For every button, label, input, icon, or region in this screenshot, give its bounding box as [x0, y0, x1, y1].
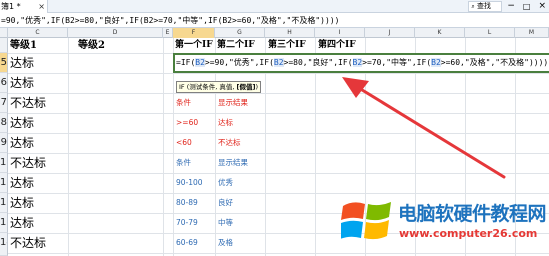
column-header-i[interactable]: I: [315, 28, 365, 38]
column-header-d[interactable]: D: [68, 28, 163, 38]
column-header-g[interactable]: G: [215, 28, 265, 38]
watermark-title: 电脑软硬件教程网: [398, 203, 547, 225]
corner-cell[interactable]: [0, 28, 8, 38]
column-header-f[interactable]: F: [173, 28, 215, 38]
row-header-10[interactable]: 10: [0, 153, 8, 173]
window-controls: ⌕ 查找 − □ ×: [468, 0, 549, 13]
column-header-row: C D E F G H I J K L M: [0, 28, 549, 38]
close-icon[interactable]: ×: [535, 0, 549, 13]
restore-icon[interactable]: □: [520, 0, 534, 13]
column-header-k[interactable]: K: [415, 28, 465, 38]
row-header-11[interactable]: 11: [0, 173, 8, 193]
column-header-j[interactable]: J: [365, 28, 415, 38]
column-header-l[interactable]: L: [465, 28, 515, 38]
row-header-14[interactable]: 14: [0, 233, 8, 256]
column-header-m[interactable]: M: [515, 28, 549, 38]
formula-bar[interactable]: =90,"优秀",IF(B2>=80,"良好",IF(B2>=70,"中等",I…: [0, 13, 549, 28]
column-header-c[interactable]: C: [8, 28, 68, 38]
watermark-logo: 电脑软硬件教程网 www.computer26.com: [341, 197, 547, 256]
minimize-icon[interactable]: −: [504, 0, 518, 13]
search-icon: ⌕: [471, 3, 475, 10]
watermark-url: www.computer26.com: [399, 227, 538, 240]
tab-close-icon[interactable]: ×: [38, 0, 45, 13]
search-placeholder: 查找: [476, 2, 491, 10]
title-bar: 簿1 * × ⌕ 查找 − □ ×: [0, 0, 549, 13]
row-header-8[interactable]: 8: [0, 113, 8, 133]
row-header-13[interactable]: 13: [0, 213, 8, 233]
column-header-e[interactable]: E: [163, 28, 173, 38]
windows-logo-icon: [341, 202, 391, 240]
workbook-tab-label: 簿1 *: [1, 2, 21, 11]
column-header-h[interactable]: H: [265, 28, 315, 38]
formula-bar-text: =90,"优秀",IF(B2>=80,"良好",IF(B2>=70,"中等",I…: [1, 16, 340, 25]
search-box[interactable]: ⌕ 查找: [468, 1, 503, 12]
row-header-6[interactable]: 6: [0, 73, 8, 93]
row-header-4[interactable]: [0, 38, 8, 53]
row-header-5[interactable]: 5: [0, 53, 8, 73]
row-header-9[interactable]: 9: [0, 133, 8, 153]
workbook-tab[interactable]: 簿1 * ×: [0, 0, 48, 13]
row-header-7[interactable]: 7: [0, 93, 8, 113]
row-header-12[interactable]: 12: [0, 193, 8, 213]
